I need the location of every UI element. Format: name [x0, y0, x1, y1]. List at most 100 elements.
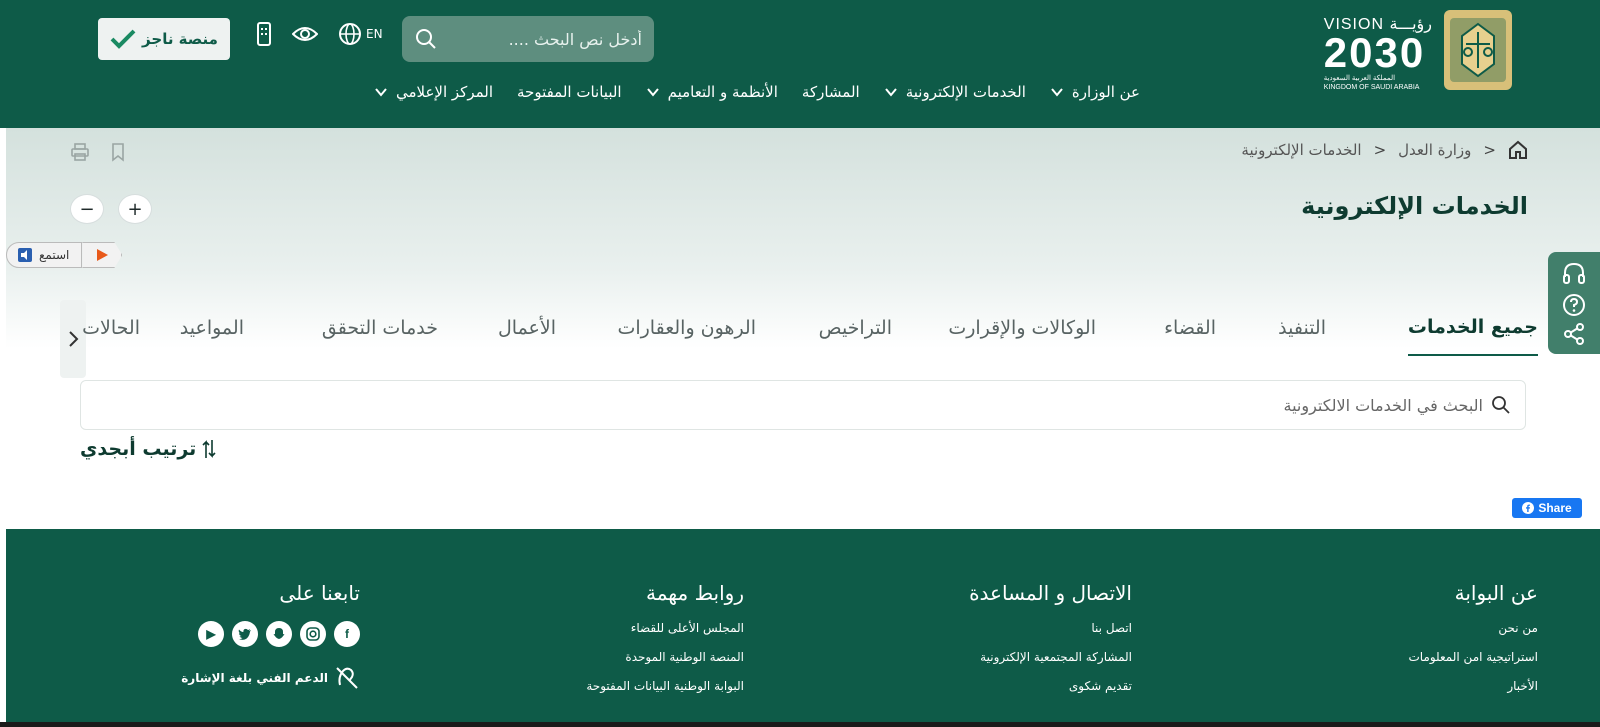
site-header: VISION رؤيـــة 2030 المملكة العربية السع… — [0, 0, 1600, 128]
help-side-panel — [1548, 252, 1600, 354]
nav-label: المشاركة — [801, 83, 860, 101]
najiz-label: منصة ناجز — [142, 30, 218, 48]
tab-mortgages[interactable]: الرهون والعقارات — [617, 300, 756, 356]
accessibility-view-button[interactable] — [292, 25, 318, 43]
social-links: ▶ f — [181, 621, 360, 647]
footer-link-contact-us[interactable]: اتصل بنا — [969, 621, 1132, 635]
nav-open-data[interactable]: البيانات المفتوحة — [517, 83, 622, 101]
share-icon[interactable] — [1563, 323, 1585, 345]
facebook-icon[interactable]: f — [334, 621, 360, 647]
bookmark-icon[interactable] — [108, 142, 128, 162]
share-label: Share — [1538, 501, 1572, 515]
listen-label: استمع — [39, 248, 70, 262]
instagram-icon[interactable] — [300, 621, 326, 647]
nav-label: الخدمات الإلكترونية — [905, 83, 1026, 101]
headset-icon[interactable] — [1561, 261, 1587, 287]
sign-language-support[interactable]: الدعم الفني بلغة الإشارة — [181, 665, 360, 691]
nav-regulations[interactable]: الأنظمة و التعاميم — [646, 83, 778, 101]
nav-about-ministry[interactable]: عن الوزارة — [1050, 83, 1140, 101]
footer-contact-column: الاتصال و المساعدة اتصل بنا المشاركة الم… — [969, 581, 1132, 708]
search-icon[interactable] — [414, 27, 438, 51]
nav-label: الأنظمة و التعاميم — [667, 83, 778, 101]
footer-contact-title: الاتصال و المساعدة — [969, 581, 1132, 605]
sort-arrows-icon — [202, 440, 216, 458]
print-icon[interactable] — [70, 142, 90, 162]
header-tools: EN — [256, 22, 383, 46]
nav-label: المركز الإعلامي — [395, 83, 493, 101]
nav-media-center[interactable]: المركز الإعلامي — [374, 83, 493, 101]
site-footer: عن البوابة من نحن استراتيجية امن المعلوم… — [6, 529, 1600, 727]
zoom-controls: − + — [70, 194, 152, 224]
sign-language-label: الدعم الفني بلغة الإشارة — [181, 671, 328, 685]
facebook-share-button[interactable]: Share — [1512, 498, 1582, 518]
tab-all-services[interactable]: جميع الخدمات — [1407, 300, 1538, 356]
twitter-icon[interactable] — [232, 621, 258, 647]
footer-link-submit-complaint[interactable]: تقديم شكوى — [969, 679, 1132, 693]
main-content: > وزارة العدل > الخدمات الإلكترونية الخد… — [6, 128, 1600, 529]
tab-judiciary[interactable]: القضاء — [1164, 300, 1216, 356]
breadcrumb-ministry[interactable]: وزارة العدل — [1398, 141, 1471, 159]
footer-link-news[interactable]: الأخبار — [1408, 679, 1538, 693]
window-bottom-bar — [0, 722, 1600, 727]
footer-links-title: روابط مهمة — [646, 581, 744, 605]
globe-icon — [339, 23, 361, 45]
ministry-emblem-icon — [1444, 10, 1512, 90]
tab-appointments[interactable]: المواعيد — [180, 300, 244, 356]
chevron-down-icon — [1051, 88, 1063, 97]
tab-business[interactable]: الأعمال — [498, 300, 556, 356]
alphabetical-sort-button[interactable]: ترتيب أبجدي — [80, 438, 216, 460]
tab-cases[interactable]: الحالات — [82, 300, 140, 356]
language-switch[interactable]: EN — [338, 22, 383, 46]
breadcrumb-separator: > — [1373, 141, 1387, 159]
nav-e-services[interactable]: الخدمات الإلكترونية — [884, 83, 1026, 101]
listen-widget[interactable]: استمع — [6, 242, 123, 268]
footer-link-about-us[interactable]: من نحن — [1408, 621, 1538, 635]
zoom-out-button[interactable]: − — [70, 194, 104, 224]
footer-link-community-participation[interactable]: المشاركة المجتمعية الإلكترونية — [969, 650, 1132, 664]
main-nav: عن الوزارة الخدمات الإلكترونية المشاركة … — [374, 76, 1140, 108]
vision-2030-logo: VISION رؤيـــة 2030 المملكة العربية السع… — [1323, 16, 1432, 91]
youtube-icon[interactable]: ▶ — [198, 621, 224, 647]
zoom-in-button[interactable]: + — [118, 194, 152, 224]
najiz-platform-button[interactable]: منصة ناجز — [98, 18, 230, 60]
speaker-icon — [18, 248, 32, 262]
tab-verification[interactable]: خدمات التحقق — [322, 300, 438, 356]
tab-licenses[interactable]: التراخيص — [819, 300, 892, 356]
footer-about-column: عن البوابة من نحن استراتيجية امن المعلوم… — [1408, 581, 1538, 708]
header-search — [402, 16, 654, 62]
footer-links-column: روابط مهمة المجلس الأعلى للقضاء المنصة ا… — [586, 581, 744, 708]
footer-follow-title: تابعنا على — [279, 581, 360, 605]
sign-language-icon — [336, 667, 358, 689]
breadcrumb: > وزارة العدل > الخدمات الإلكترونية — [1241, 140, 1528, 160]
services-search-input[interactable] — [95, 395, 1483, 415]
footer-link-open-data-portal[interactable]: البوابة الوطنية البيانات المفتوحة — [586, 679, 744, 693]
footer-link-security-strategy[interactable]: استراتيجية امن المعلومات — [1408, 650, 1538, 664]
help-question-icon[interactable] — [1562, 293, 1586, 317]
nav-label: البيانات المفتوحة — [517, 83, 622, 101]
ministry-logo[interactable]: VISION رؤيـــة 2030 المملكة العربية السع… — [1322, 10, 1512, 91]
mobile-app-button[interactable] — [256, 22, 272, 46]
snapchat-icon[interactable] — [266, 621, 292, 647]
chevron-down-icon — [646, 88, 659, 97]
header-search-input[interactable] — [438, 29, 642, 49]
breadcrumb-e-services: الخدمات الإلكترونية — [1241, 141, 1362, 159]
page-title: الخدمات الإلكترونية — [1301, 192, 1528, 220]
tab-agencies[interactable]: الوكالات والإقرارت — [948, 300, 1096, 356]
nav-label: عن الوزارة — [1071, 83, 1140, 101]
nav-participation[interactable]: المشاركة — [802, 83, 860, 101]
language-label: EN — [366, 27, 383, 41]
facebook-icon — [1522, 502, 1535, 514]
eye-icon — [292, 27, 318, 41]
play-button[interactable] — [82, 242, 123, 268]
listen-label-box: استمع — [6, 242, 83, 268]
mobile-icon — [257, 22, 271, 46]
breadcrumb-separator: > — [1483, 141, 1496, 159]
footer-link-unified-platform[interactable]: المنصة الوطنية الموحدة — [586, 650, 744, 664]
home-icon[interactable] — [1508, 140, 1528, 160]
tab-execution[interactable]: التنفيذ — [1278, 300, 1326, 356]
footer-about-title: عن البوابة — [1454, 581, 1538, 605]
chevron-down-icon — [884, 88, 897, 97]
footer-link-supreme-council[interactable]: المجلس الأعلى للقضاء — [586, 621, 744, 635]
footer-follow-column: تابعنا على ▶ f الدعم الفني بلغة الإشارة — [181, 581, 360, 691]
services-search-box — [80, 380, 1526, 430]
